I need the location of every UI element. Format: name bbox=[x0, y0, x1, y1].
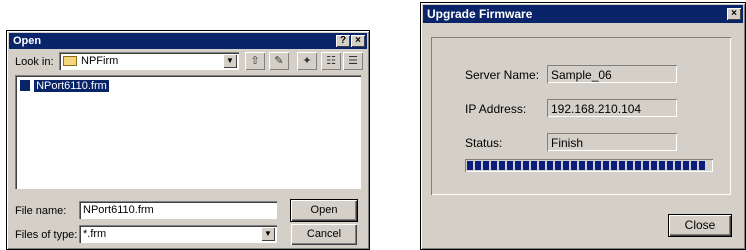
progress-block bbox=[603, 161, 609, 170]
server-name-field: Sample_06 bbox=[547, 65, 677, 83]
progress-block bbox=[507, 161, 513, 170]
close-dialog-button[interactable]: Close bbox=[668, 214, 732, 237]
progress-block bbox=[523, 161, 529, 170]
progress-block bbox=[571, 161, 577, 170]
look-in-value: NPFirm bbox=[81, 55, 119, 67]
progress-block bbox=[595, 161, 601, 170]
progress-block bbox=[547, 161, 553, 170]
progress-block bbox=[659, 161, 665, 170]
file-name-label: File name: bbox=[15, 205, 67, 217]
progress-block bbox=[539, 161, 545, 170]
progress-block bbox=[683, 161, 689, 170]
progress-block bbox=[467, 161, 473, 170]
progress-block bbox=[643, 161, 649, 170]
desktop-icon[interactable]: ✎ bbox=[269, 52, 289, 70]
new-folder-icon[interactable]: ✦ bbox=[297, 52, 317, 70]
file-item-label: NPort6110.frm bbox=[34, 79, 109, 92]
progress-block bbox=[563, 161, 569, 170]
progress-fill bbox=[467, 161, 711, 170]
status-field: Finish bbox=[547, 133, 677, 151]
open-button[interactable]: Open bbox=[290, 199, 358, 222]
files-of-type-select[interactable]: *.frm ▼ bbox=[79, 225, 277, 243]
help-button[interactable]: ? bbox=[336, 35, 350, 47]
cancel-button[interactable]: Cancel bbox=[291, 224, 357, 245]
progress-block bbox=[579, 161, 585, 170]
progress-block bbox=[691, 161, 697, 170]
progress-block bbox=[667, 161, 673, 170]
file-name-input[interactable]: NPort6110.frm bbox=[79, 201, 277, 219]
server-name-label: Server Name: bbox=[465, 68, 540, 82]
list-item[interactable]: NPort6110.frm bbox=[19, 79, 109, 93]
close-button[interactable]: × bbox=[727, 8, 741, 20]
progress-block bbox=[587, 161, 593, 170]
progress-block bbox=[635, 161, 641, 170]
status-value: Finish bbox=[551, 136, 584, 150]
ip-address-label: IP Address: bbox=[465, 102, 527, 116]
folder-icon bbox=[63, 56, 77, 66]
upgrade-dialog-title: Upgrade Firmware bbox=[427, 7, 533, 21]
open-dialog-title: Open bbox=[13, 35, 42, 47]
chevron-down-icon[interactable]: ▼ bbox=[261, 227, 275, 241]
status-label: Status: bbox=[465, 136, 503, 150]
progress-block bbox=[619, 161, 625, 170]
file-name-value: NPort6110.frm bbox=[83, 204, 154, 216]
upgrade-dialog-titlebar: Upgrade Firmware × bbox=[423, 5, 743, 23]
progress-block bbox=[699, 161, 705, 170]
close-button[interactable]: × bbox=[351, 35, 365, 47]
progress-block bbox=[499, 161, 505, 170]
details-view-icon[interactable]: ☰ bbox=[343, 52, 363, 70]
ip-address-value: 192.168.210.104 bbox=[551, 102, 642, 116]
look-in-select[interactable]: NPFirm ▼ bbox=[59, 52, 239, 70]
look-in-label: Look in: bbox=[15, 56, 54, 68]
files-of-type-label: Files of type: bbox=[15, 229, 78, 241]
file-icon bbox=[19, 79, 31, 92]
ip-address-field: 192.168.210.104 bbox=[547, 99, 677, 117]
progress-block bbox=[555, 161, 561, 170]
progress-block bbox=[515, 161, 521, 170]
progress-block bbox=[675, 161, 681, 170]
open-dialog-titlebar: Open ? × bbox=[9, 33, 367, 49]
chevron-down-icon[interactable]: ▼ bbox=[223, 54, 237, 68]
files-of-type-value: *.frm bbox=[83, 228, 107, 240]
progress-block bbox=[611, 161, 617, 170]
open-dialog: Open ? × Look in: NPFirm ▼ ⇧ ✎ ✦ ☷ ☰ NPo… bbox=[6, 30, 370, 250]
progress-block bbox=[483, 161, 489, 170]
progress-block bbox=[531, 161, 537, 170]
progress-block bbox=[627, 161, 633, 170]
progress-block bbox=[491, 161, 497, 170]
upgrade-dialog: Upgrade Firmware × Server Name: Sample_0… bbox=[420, 2, 746, 250]
progress-block bbox=[475, 161, 481, 170]
list-view-icon[interactable]: ☷ bbox=[321, 52, 341, 70]
server-name-value: Sample_06 bbox=[551, 68, 612, 82]
up-folder-icon[interactable]: ⇧ bbox=[245, 52, 265, 70]
file-list[interactable]: NPort6110.frm bbox=[15, 75, 361, 189]
progress-block bbox=[651, 161, 657, 170]
progress-bar bbox=[465, 159, 713, 172]
